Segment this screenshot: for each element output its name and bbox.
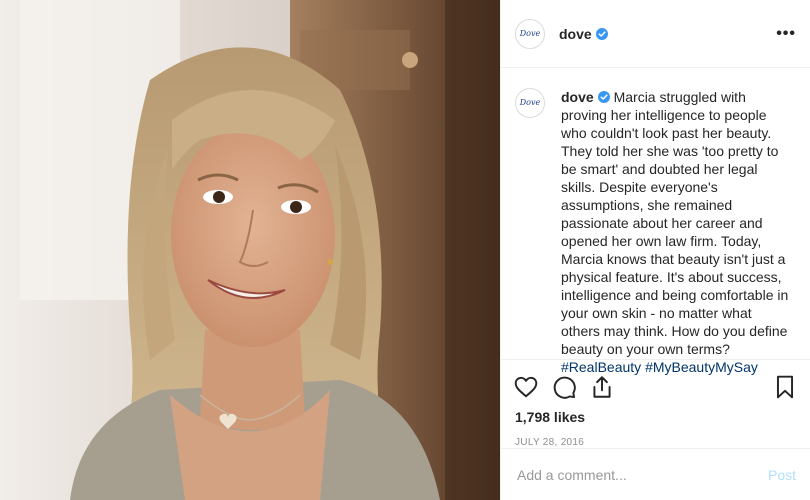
comment-icon[interactable] [551, 374, 577, 400]
header-username[interactable]: dove [559, 26, 592, 42]
post-caption: dove Marcia struggled with proving her i… [561, 88, 791, 375]
instagram-post: Dove dove ••• Dove dove Marcia struggled… [0, 0, 810, 500]
more-horizontal-icon[interactable]: ••• [776, 25, 796, 42]
caption-avatar[interactable]: Dove [515, 88, 545, 118]
hashtag-link[interactable]: #RealBeauty [561, 359, 641, 375]
verified-badge-icon [595, 27, 608, 40]
avatar-logo-text: Dove [519, 98, 541, 107]
post-side-panel: Dove dove ••• Dove dove Marcia struggled… [500, 0, 810, 500]
bookmark-icon[interactable] [772, 374, 798, 400]
post-comment-button[interactable]: Post [768, 467, 796, 483]
hashtag-link[interactable]: #MyBeautyMySay [645, 359, 758, 375]
comment-input[interactable] [515, 465, 768, 484]
caption-text: Marcia struggled with proving her intell… [561, 89, 789, 357]
comment-bar: Post [501, 448, 810, 500]
likes-count[interactable]: 1,798 likes [501, 406, 810, 425]
post-date[interactable]: JULY 28, 2016 [501, 425, 810, 448]
portrait-illustration [0, 0, 500, 500]
avatar-logo-text: Dove [519, 28, 541, 38]
heart-icon[interactable] [513, 374, 539, 400]
verified-badge-icon [597, 91, 610, 103]
dove-avatar[interactable]: Dove [515, 18, 545, 49]
caption-username[interactable]: dove [561, 89, 594, 105]
post-photo[interactable] [0, 0, 500, 500]
share-icon[interactable] [589, 374, 615, 400]
post-header: Dove dove ••• [501, 0, 810, 68]
caption-section: Dove dove Marcia struggled with proving … [501, 68, 810, 375]
